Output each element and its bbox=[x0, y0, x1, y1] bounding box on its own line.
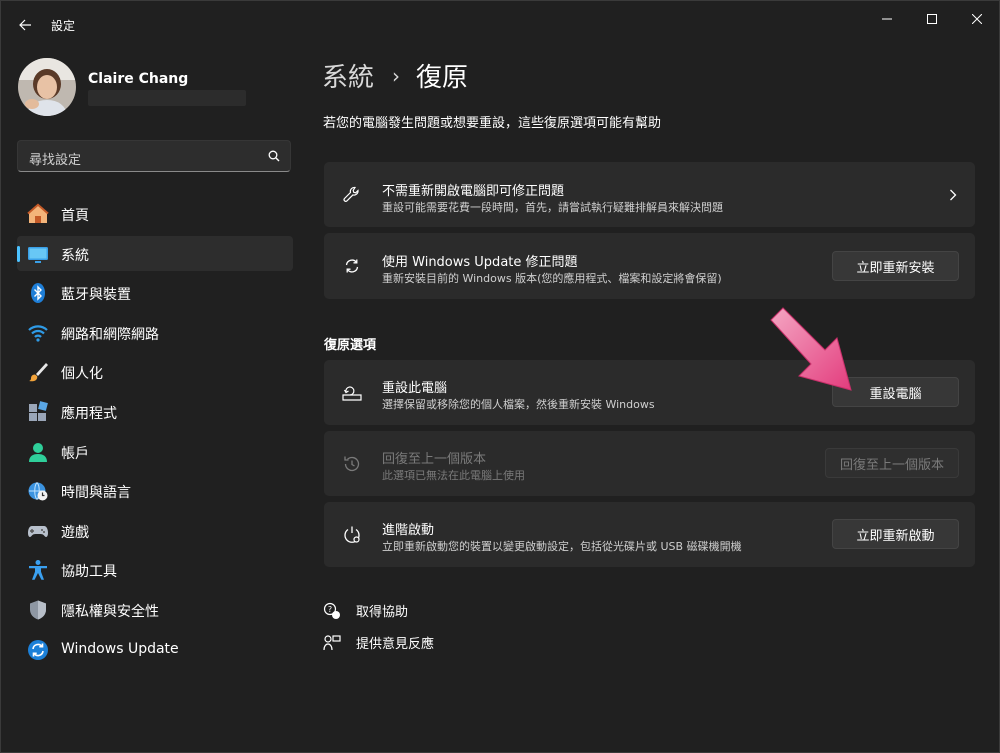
link-label: 提供意見反應 bbox=[356, 637, 435, 652]
reset-pc-card: 重設此電腦 選擇保留或移除您的個人檔案，然後重新安裝 Windows 重設電腦 bbox=[324, 360, 975, 425]
search-icon bbox=[268, 150, 280, 162]
go-back-card: 回復至上一個版本 此選項已無法在此電腦上使用 回復至上一個版本 bbox=[324, 431, 975, 496]
shield-icon bbox=[27, 599, 49, 621]
bluetooth-icon bbox=[27, 282, 49, 304]
card-subtitle: 立即重新啟動您的裝置以變更啟動設定，包括從光碟片或 USB 磁碟機開機 bbox=[382, 540, 742, 553]
search-input[interactable]: 尋找設定 bbox=[17, 140, 291, 172]
apps-icon bbox=[27, 401, 49, 423]
card-title: 回復至上一個版本 bbox=[382, 452, 487, 467]
home-icon bbox=[27, 203, 49, 225]
sidebar-item-accounts[interactable]: 帳戶 bbox=[17, 434, 293, 469]
reset-pc-icon bbox=[341, 382, 363, 404]
get-help-link[interactable]: ? 取得協助 bbox=[323, 601, 408, 620]
maximize-icon bbox=[927, 14, 937, 24]
sidebar-item-label: 帳戶 bbox=[61, 445, 89, 462]
sidebar-item-network[interactable]: 網路和網際網路 bbox=[17, 315, 293, 350]
sidebar-item-system[interactable]: 系統 bbox=[17, 235, 293, 271]
system-icon bbox=[27, 243, 49, 265]
reinstall-now-button[interactable]: 立即重新安裝 bbox=[832, 251, 959, 281]
sidebar-item-label: Windows Update bbox=[61, 640, 179, 657]
refresh-icon bbox=[341, 255, 363, 277]
fix-problems-card[interactable]: 不需重新開啟電腦即可修正問題 重設可能需要花費一段時間，首先，請嘗試執行疑難排解… bbox=[324, 162, 975, 227]
windows-update-fix-card: 使用 Windows Update 修正問題 重新安裝目前的 Windows 版… bbox=[324, 233, 975, 299]
sidebar-item-label: 個人化 bbox=[61, 366, 103, 383]
card-title: 進階啟動 bbox=[382, 523, 435, 538]
sidebar-item-label: 應用程式 bbox=[61, 405, 117, 422]
gamepad-icon bbox=[27, 520, 49, 542]
sidebar-item-privacy-security[interactable]: 隱私權與安全性 bbox=[17, 592, 293, 627]
sidebar-item-windows-update[interactable]: Windows Update bbox=[17, 632, 293, 667]
back-arrow-icon bbox=[19, 19, 31, 31]
card-title: 使用 Windows Update 修正問題 bbox=[382, 255, 578, 270]
sidebar-nav: 首頁 系統 藍牙與裝置 網路和網際網路 個人化 應用程式 帳戶 時間與語言 遊戲… bbox=[17, 196, 293, 671]
card-subtitle: 重新安裝目前的 Windows 版本(您的應用程式、檔案和設定將會保留) bbox=[382, 272, 722, 285]
profile-email-redacted bbox=[88, 90, 246, 106]
avatar[interactable] bbox=[18, 58, 76, 116]
chevron-right-icon bbox=[950, 189, 957, 200]
breadcrumb-separator: › bbox=[392, 63, 401, 88]
search-placeholder: 尋找設定 bbox=[29, 153, 82, 168]
sidebar-item-label: 隱私權與安全性 bbox=[61, 603, 159, 620]
sidebar-item-time-language[interactable]: 時間與語言 bbox=[17, 473, 293, 508]
help-icon: ? bbox=[323, 602, 340, 619]
sidebar-item-label: 時間與語言 bbox=[61, 485, 131, 502]
card-subtitle: 此選項已無法在此電腦上使用 bbox=[382, 469, 525, 482]
card-subtitle: 選擇保留或移除您的個人檔案，然後重新安裝 Windows bbox=[382, 398, 655, 411]
sidebar-item-accessibility[interactable]: 協助工具 bbox=[17, 552, 293, 587]
globe-clock-icon bbox=[27, 480, 49, 502]
advanced-startup-card: 進階啟動 立即重新啟動您的裝置以變更啟動設定，包括從光碟片或 USB 磁碟機開機… bbox=[324, 502, 975, 567]
brush-icon bbox=[27, 361, 49, 383]
sidebar-item-personalization[interactable]: 個人化 bbox=[17, 354, 293, 389]
restart-now-button[interactable]: 立即重新啟動 bbox=[832, 519, 959, 549]
wrench-icon bbox=[341, 184, 363, 206]
page-title: 復原 bbox=[416, 63, 469, 93]
go-back-button: 回復至上一個版本 bbox=[825, 448, 959, 478]
update-icon bbox=[27, 639, 49, 661]
maximize-button[interactable] bbox=[910, 9, 954, 29]
section-title: 復原選項 bbox=[324, 338, 377, 353]
card-title: 不需重新開啟電腦即可修正問題 bbox=[382, 184, 565, 199]
minimize-button[interactable] bbox=[865, 9, 909, 29]
annotation-arrow-icon bbox=[770, 307, 852, 391]
sidebar-item-apps[interactable]: 應用程式 bbox=[17, 394, 293, 429]
sidebar-item-label: 系統 bbox=[61, 247, 89, 264]
profile-photo bbox=[18, 58, 76, 116]
account-icon bbox=[27, 441, 49, 463]
accessibility-icon bbox=[27, 559, 49, 581]
give-feedback-link[interactable]: 提供意見反應 bbox=[323, 633, 434, 652]
advanced-startup-icon bbox=[341, 524, 363, 546]
sidebar-item-label: 藍牙與裝置 bbox=[61, 287, 131, 304]
wifi-icon bbox=[27, 322, 49, 344]
breadcrumb-parent[interactable]: 系統 bbox=[322, 57, 374, 94]
sidebar-item-label: 遊戲 bbox=[61, 524, 89, 541]
card-title: 重設此電腦 bbox=[382, 381, 448, 396]
title-bar: 設定 bbox=[1, 1, 999, 49]
svg-text:?: ? bbox=[328, 605, 332, 614]
sidebar-item-label: 網路和網際網路 bbox=[61, 326, 159, 343]
settings-window: 設定 Claire Chang 尋找設定 首頁 系統 藍牙與裝置 網路和網際網路… bbox=[0, 0, 1000, 753]
back-button[interactable] bbox=[13, 13, 37, 37]
close-icon bbox=[972, 14, 982, 24]
sidebar-item-home[interactable]: 首頁 bbox=[17, 196, 293, 231]
sidebar-item-label: 首頁 bbox=[61, 208, 89, 224]
feedback-icon bbox=[323, 634, 341, 650]
link-label: 取得協助 bbox=[356, 605, 409, 620]
breadcrumb: 系統 › 復原 bbox=[322, 57, 468, 94]
card-subtitle: 重設可能需要花費一段時間，首先，請嘗試執行疑難排解員來解決問題 bbox=[382, 201, 723, 214]
minimize-icon bbox=[882, 18, 892, 20]
profile-name: Claire Chang bbox=[88, 71, 189, 87]
sidebar-item-bluetooth[interactable]: 藍牙與裝置 bbox=[17, 275, 293, 310]
app-title: 設定 bbox=[51, 19, 76, 33]
history-icon bbox=[341, 453, 363, 475]
sidebar-item-label: 協助工具 bbox=[61, 564, 117, 581]
page-description: 若您的電腦發生問題或想要重設，這些復原選項可能有幫助 bbox=[323, 116, 662, 131]
sidebar-item-gaming[interactable]: 遊戲 bbox=[17, 513, 293, 548]
close-button[interactable] bbox=[955, 9, 999, 29]
